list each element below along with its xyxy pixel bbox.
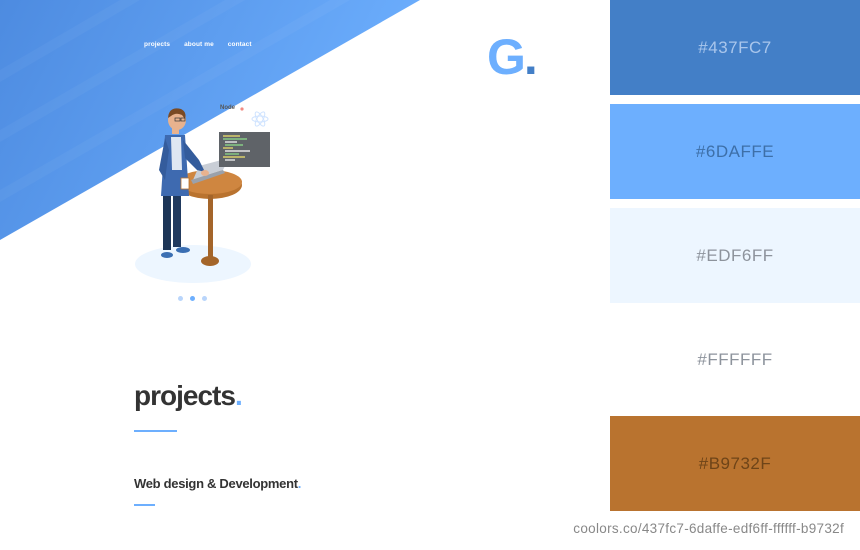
nav-link-projects[interactable]: projects bbox=[144, 41, 170, 48]
swatch-hex-label: #6DAFFE bbox=[695, 141, 775, 161]
floor-shadow bbox=[135, 245, 251, 283]
developer-illustration: Node bbox=[135, 105, 270, 283]
node-label: Node bbox=[220, 105, 236, 111]
carousel-dots bbox=[178, 296, 207, 301]
palette-source-link[interactable]: coolors.co/437fc7-6daffe-edf6ff-ffffff-b… bbox=[573, 521, 844, 536]
table-base bbox=[201, 256, 219, 266]
swatch-6daffe[interactable]: #6DAFFE bbox=[610, 104, 860, 199]
subtitle-underline bbox=[134, 504, 155, 506]
swatch-437fc7[interactable]: #437FC7 bbox=[610, 0, 860, 95]
logo-letter: G bbox=[487, 29, 526, 85]
swatch-edf6ff[interactable]: #EDF6FF bbox=[610, 208, 860, 303]
carousel-dot[interactable] bbox=[178, 296, 183, 301]
nav-link-about-me[interactable]: about me bbox=[184, 41, 214, 48]
swatch-hex-label: #B9732F bbox=[698, 453, 772, 473]
table-leg bbox=[208, 195, 213, 258]
service-subtitle-text: Web design & Development bbox=[134, 476, 298, 491]
swatch-ffffff[interactable]: #FFFFFF bbox=[610, 312, 860, 407]
swatch-hex-label: #FFFFFF bbox=[697, 349, 773, 369]
website-preview: projects about me contact G. Node projec… bbox=[0, 0, 610, 510]
swatch-hex-label: #437FC7 bbox=[698, 37, 772, 57]
nav-link-contact[interactable]: contact bbox=[228, 41, 252, 48]
site-logo[interactable]: G. bbox=[487, 29, 538, 85]
swatch-hex-label: #EDF6FF bbox=[696, 245, 774, 265]
service-subtitle: Web design & Development. bbox=[134, 476, 301, 491]
projects-heading-dot: . bbox=[234, 380, 243, 411]
projects-underline bbox=[134, 430, 177, 432]
carousel-dot[interactable] bbox=[202, 296, 207, 301]
logo-dot: . bbox=[523, 29, 538, 85]
carousel-dot-active[interactable] bbox=[190, 296, 195, 301]
swatch-b9732f[interactable]: #B9732F bbox=[610, 416, 860, 511]
projects-heading-text: projects bbox=[134, 380, 236, 411]
projects-heading: projects. bbox=[134, 380, 243, 412]
color-palette: #437FC7 #6DAFFE #EDF6FF #FFFFFF #B9732F bbox=[610, 0, 860, 511]
atom-icon bbox=[251, 111, 269, 127]
code-monitor bbox=[219, 132, 270, 167]
service-subtitle-dot: . bbox=[297, 476, 302, 491]
main-nav: projects about me contact bbox=[144, 41, 252, 48]
